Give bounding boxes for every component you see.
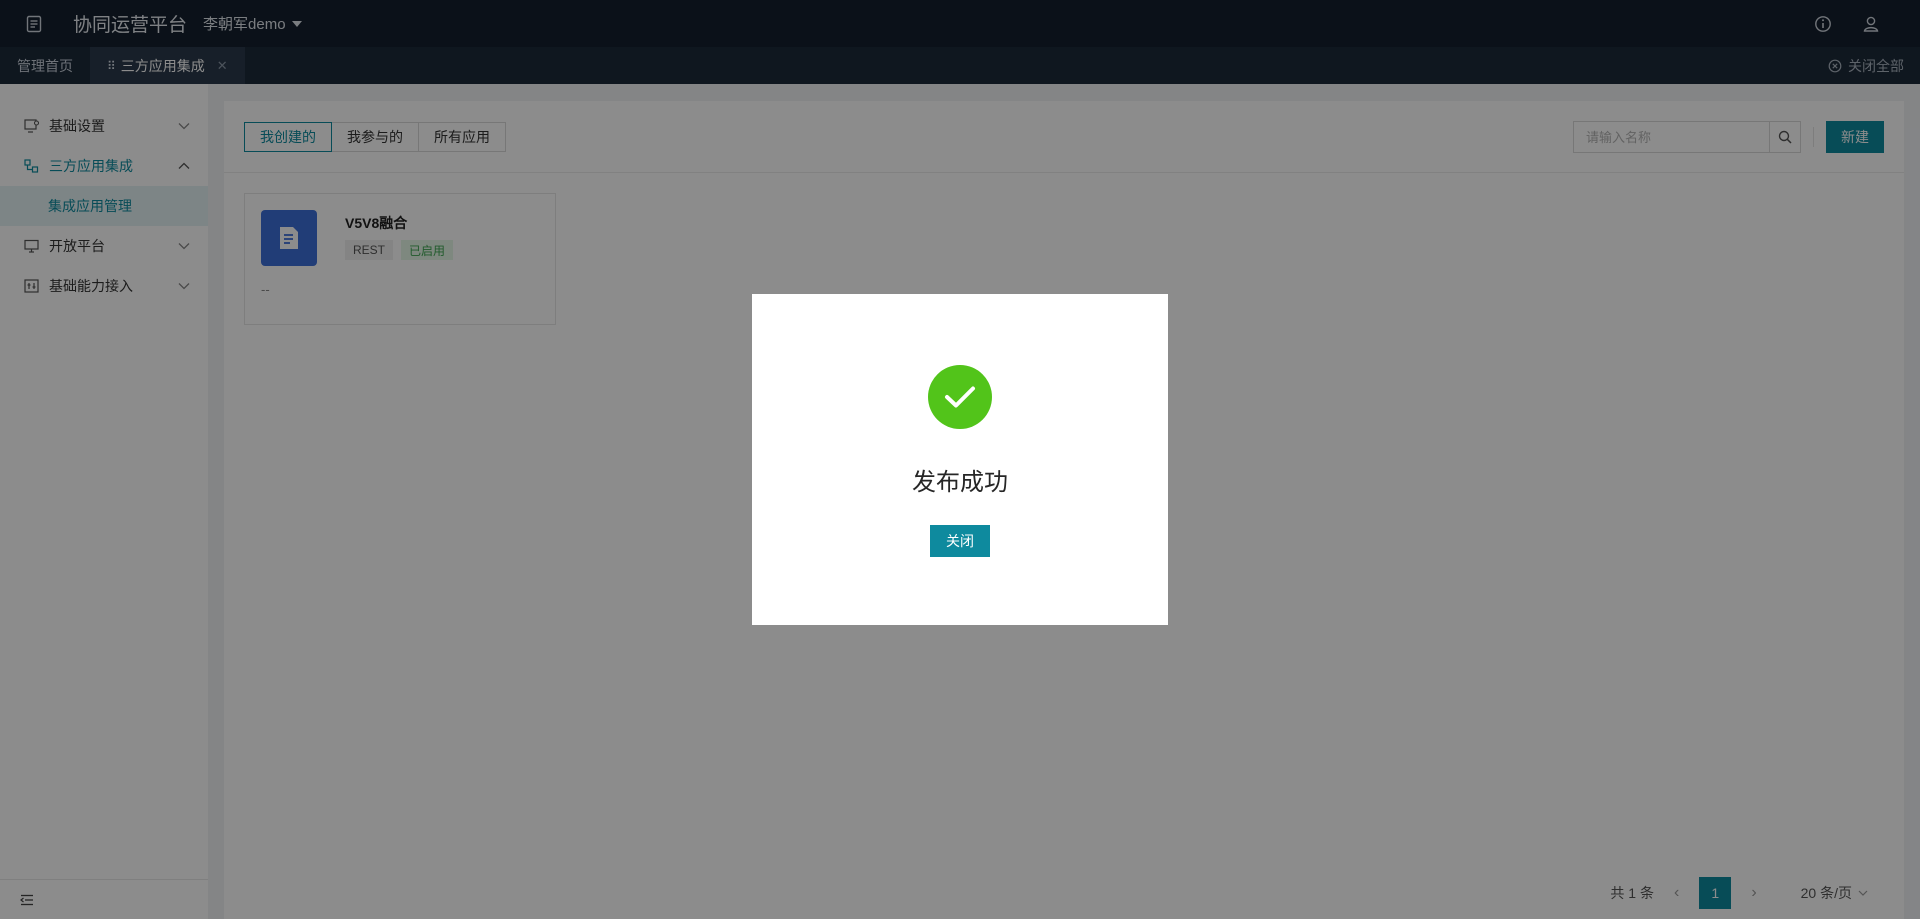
success-check-icon — [928, 365, 992, 429]
success-dialog: 发布成功 关闭 — [752, 294, 1168, 625]
close-dialog-button[interactable]: 关闭 — [930, 525, 990, 557]
check-icon — [945, 386, 975, 408]
dialog-message: 发布成功 — [912, 469, 1008, 496]
